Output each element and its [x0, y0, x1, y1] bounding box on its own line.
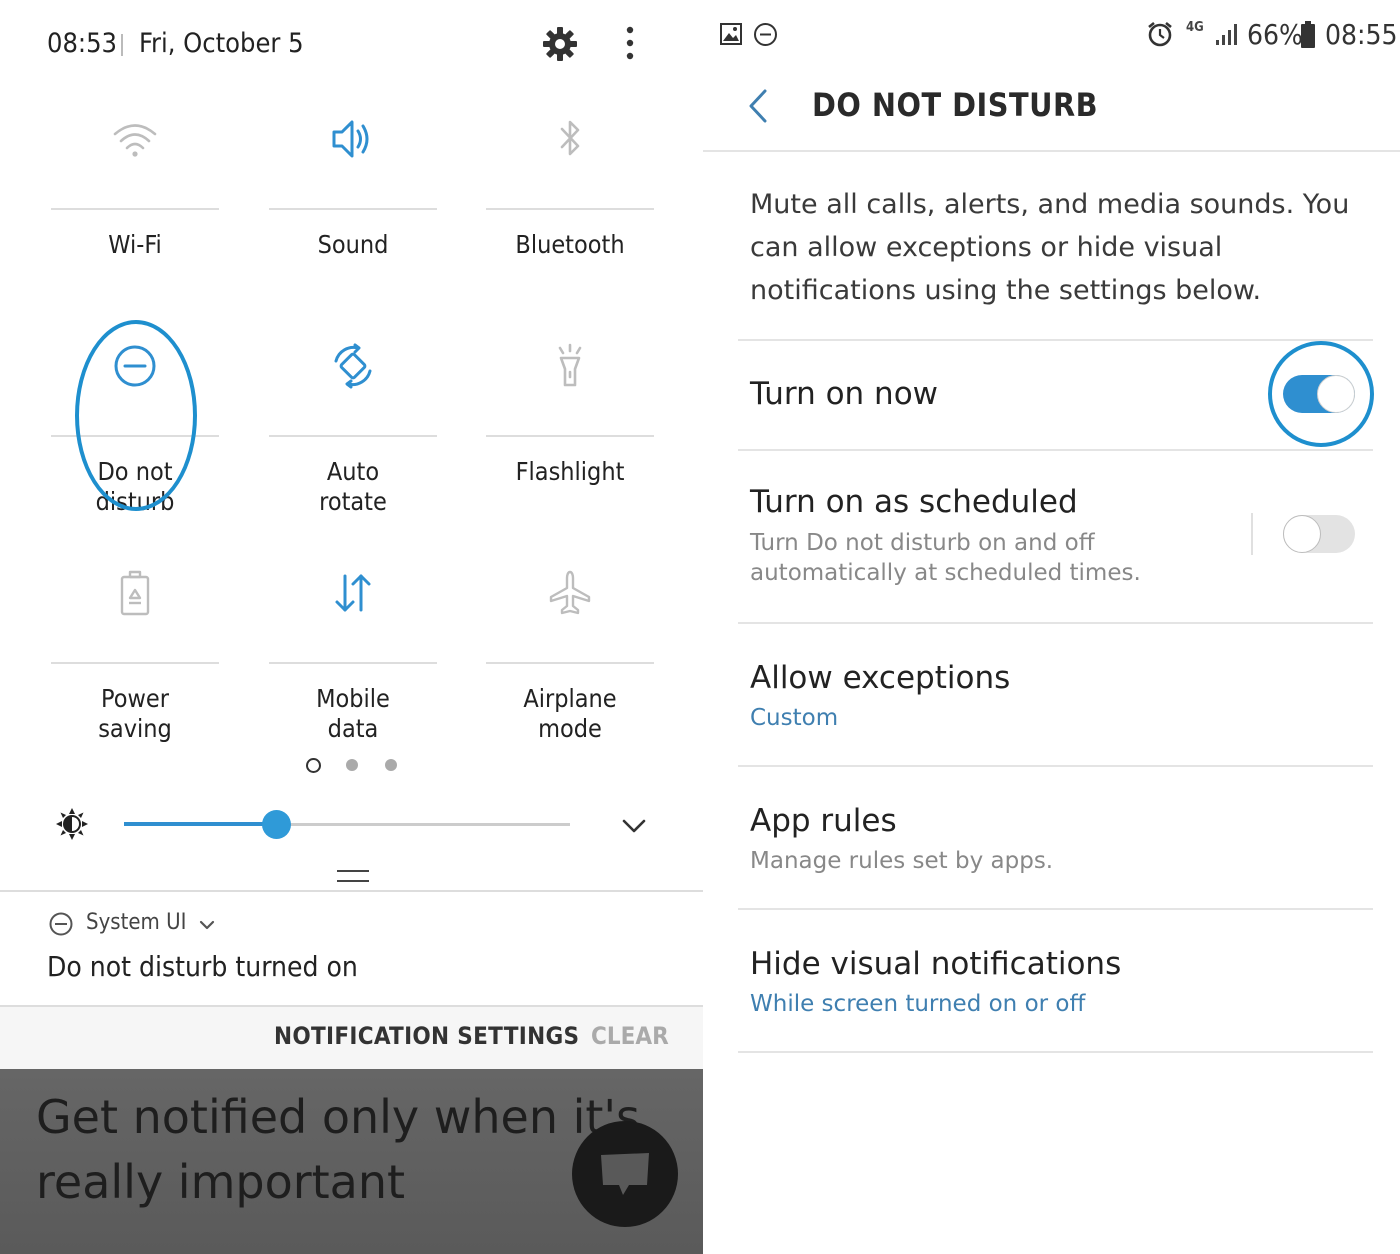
row-title: Turn on now — [750, 376, 939, 412]
battery-icon — [1301, 21, 1315, 48]
page-indicator[interactable] — [346, 759, 358, 771]
page-indicator[interactable] — [385, 759, 397, 771]
row-title: Allow exceptions — [750, 660, 1011, 696]
airplane-icon — [549, 570, 591, 615]
tile-label: Wi-Fi — [108, 230, 162, 259]
sound-icon — [332, 120, 369, 158]
page-indicator-active[interactable] — [306, 758, 321, 773]
tile-power-saving[interactable]: Power saving — [26, 534, 244, 762]
more-options-icon[interactable] — [620, 24, 640, 64]
auto-rotate-icon — [334, 343, 372, 389]
notification-text[interactable]: Do not disturb turned on — [47, 950, 358, 983]
wifi-icon — [113, 124, 157, 157]
mobile-data-icon — [335, 574, 371, 612]
clock: 08:53 — [47, 28, 117, 59]
notification-source: System UI — [86, 910, 187, 935]
tile-label: Auto rotate — [319, 457, 387, 516]
flashlight-icon — [558, 343, 582, 387]
tile-label: Sound — [317, 230, 389, 259]
tile-label: Airplane mode — [523, 684, 617, 743]
tile-label: Power saving — [98, 684, 172, 743]
back-arrow-icon[interactable] — [745, 88, 771, 124]
row-title: Turn on as scheduled — [750, 484, 1078, 520]
drag-handle[interactable] — [337, 870, 369, 882]
highlight-ring — [75, 320, 197, 511]
page-title: DO NOT DISTURB — [812, 86, 1099, 124]
power-saving-icon — [120, 570, 150, 616]
date: Fri, October 5 — [139, 28, 304, 59]
quick-settings-panel: 08:53 Fri, October 5 Wi-Fi Sound Bluetoo… — [0, 0, 703, 1254]
chevron-down-icon[interactable] — [620, 812, 648, 840]
brightness-icon[interactable] — [54, 806, 90, 842]
notification-settings-button[interactable]: NOTIFICATION SETTINGS — [274, 1022, 579, 1050]
scheduled-toggle[interactable] — [1283, 515, 1355, 553]
do-not-disturb-icon — [49, 912, 73, 936]
brightness-fill — [124, 822, 276, 826]
row-subtitle: While screen turned on or off — [750, 991, 1086, 1017]
description: Mute all calls, alerts, and media sounds… — [750, 189, 1350, 306]
chevron-down-icon[interactable] — [197, 915, 217, 935]
tile-airplane-mode[interactable]: Airplane mode — [461, 534, 679, 762]
tile-sound[interactable]: Sound — [244, 80, 462, 308]
separator — [121, 34, 123, 56]
tile-auto-rotate[interactable]: Auto rotate — [244, 307, 462, 535]
chat-bubble-icon — [601, 1153, 649, 1195]
row-subtitle: Custom — [750, 705, 839, 731]
clear-button[interactable]: CLEAR — [591, 1022, 669, 1050]
tile-label: Mobile data — [316, 684, 390, 743]
signal-icon — [1216, 24, 1237, 45]
brightness-slider-thumb[interactable] — [261, 810, 291, 839]
tile-label: Bluetooth — [515, 230, 625, 259]
row-subtitle: Manage rules set by apps. — [750, 848, 1054, 874]
gallery-icon — [720, 23, 742, 45]
alarm-icon — [1148, 21, 1172, 47]
row-title: App rules — [750, 803, 897, 839]
gear-icon[interactable] — [540, 24, 580, 64]
do-not-disturb-icon — [754, 23, 777, 46]
battery-percent: 66% — [1247, 18, 1303, 51]
tile-bluetooth[interactable]: Bluetooth — [461, 80, 679, 308]
row-title: Hide visual notifications — [750, 946, 1122, 982]
tile-wifi[interactable]: Wi-Fi — [26, 80, 244, 308]
chat-button[interactable] — [572, 1121, 678, 1227]
tile-flashlight[interactable]: Flashlight — [461, 307, 679, 535]
bluetooth-icon — [560, 120, 580, 156]
tile-mobile-data[interactable]: Mobile data — [244, 534, 462, 762]
promo-text: Get notified only when it's really import… — [36, 1090, 641, 1209]
row-subtitle: Turn Do not disturb on and off automatic… — [750, 530, 1141, 586]
highlight-ring — [1268, 341, 1374, 447]
status-time: 08:55 — [1325, 18, 1398, 51]
network-type: 4G — [1186, 20, 1204, 35]
tile-label: Flashlight — [515, 457, 625, 486]
